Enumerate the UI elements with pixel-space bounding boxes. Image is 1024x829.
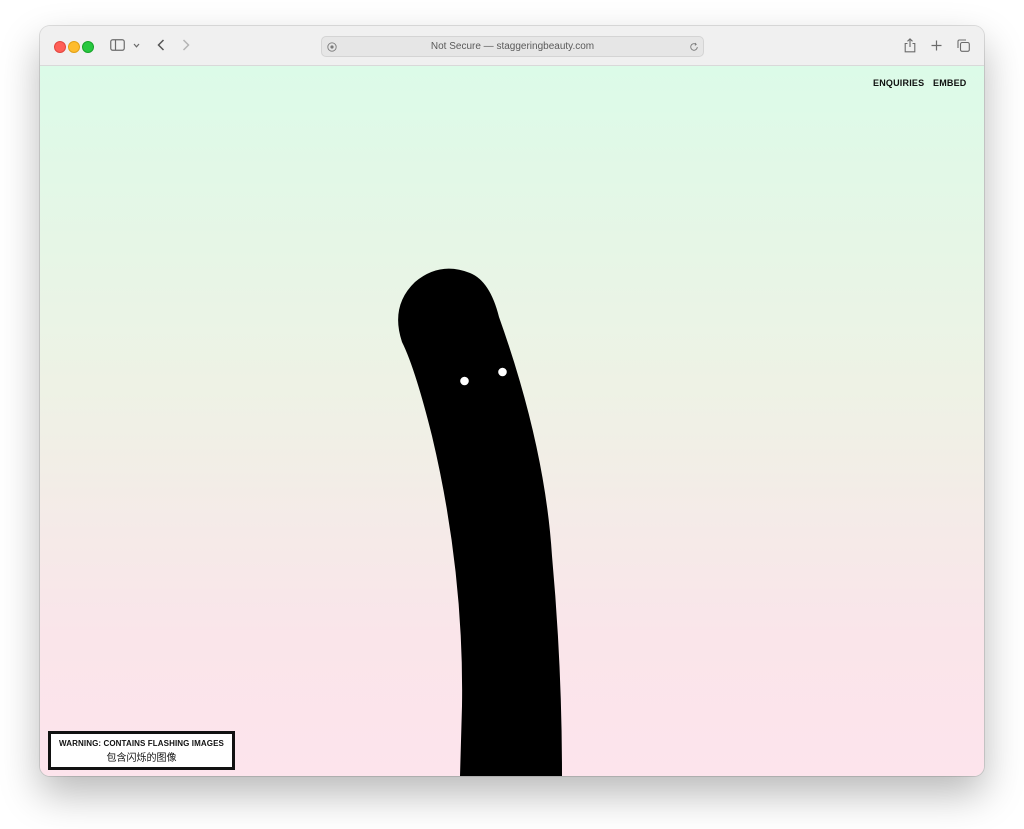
chevron-down-icon[interactable] <box>132 40 140 50</box>
right-eye-icon <box>498 367 507 377</box>
creature-figure[interactable] <box>40 66 984 776</box>
plus-icon[interactable] <box>928 37 944 53</box>
close-window-button[interactable] <box>54 41 66 53</box>
page-content: ENQUIRIES EMBED WARNING: CONTAINS FLASHI… <box>40 66 984 776</box>
minimize-window-button[interactable] <box>68 41 80 53</box>
share-icon[interactable] <box>902 36 918 54</box>
browser-toolbar: Not Secure — staggeringbeauty.com <box>40 26 984 66</box>
browser-window: Not Secure — staggeringbeauty.com ENQUIR… <box>40 26 984 776</box>
creature-body <box>398 268 562 776</box>
zoom-window-button[interactable] <box>82 41 94 53</box>
address-bar[interactable]: Not Secure — staggeringbeauty.com <box>321 36 704 57</box>
sidebar-icon[interactable] <box>109 38 125 52</box>
forward-arrow-icon[interactable] <box>179 37 193 53</box>
flashing-warning-banner: WARNING: CONTAINS FLASHING IMAGES 包含闪烁的图… <box>48 731 235 770</box>
address-text: Not Secure — staggeringbeauty.com <box>430 41 595 52</box>
tab-overview-icon[interactable] <box>955 37 971 53</box>
reload-icon[interactable] <box>688 41 699 52</box>
left-eye-icon <box>460 376 469 386</box>
back-arrow-icon[interactable] <box>154 37 168 53</box>
warning-text-english: WARNING: CONTAINS FLASHING IMAGES <box>59 739 224 748</box>
warning-text-chinese: 包含闪烁的图像 <box>106 753 177 764</box>
